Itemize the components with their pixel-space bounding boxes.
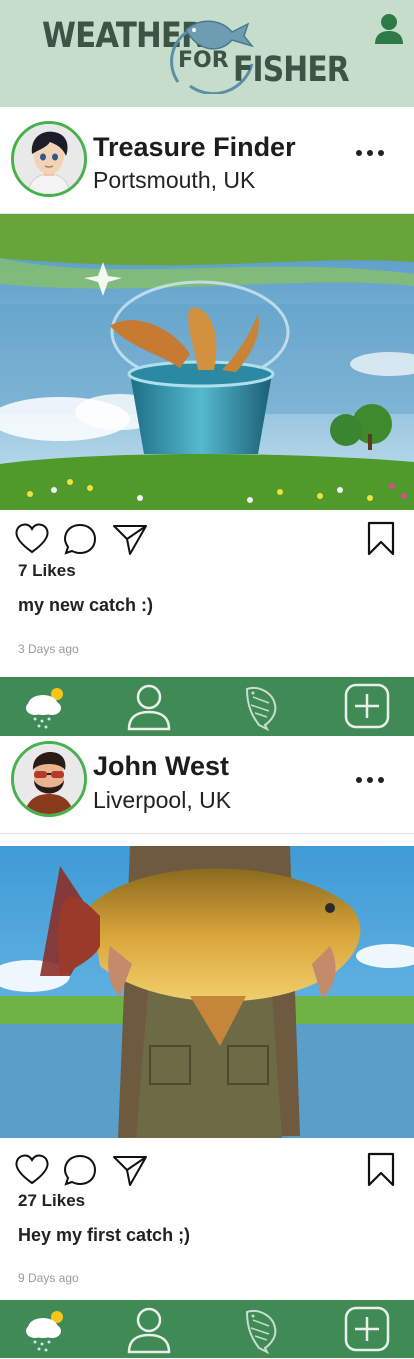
nav-weather-button[interactable]: [19, 1304, 71, 1354]
nav-add-button[interactable]: [341, 681, 393, 731]
more-options-button[interactable]: [352, 143, 388, 163]
more-dots-icon: [356, 777, 384, 783]
bottom-nav-bar: [0, 1300, 414, 1358]
post-photo[interactable]: [0, 214, 414, 510]
add-icon: [344, 1306, 390, 1352]
user-icon: [375, 14, 403, 44]
account-button[interactable]: [372, 12, 406, 46]
nav-fish-button[interactable]: [237, 681, 289, 732]
bottom-nav-bar: [0, 677, 414, 736]
post-header: Treasure Finder Portsmouth, UK: [0, 107, 414, 214]
post-location: Portsmouth, UK: [93, 167, 256, 193]
post-time: 3 Days ago: [18, 642, 79, 656]
app-header: WEATHER FOR FISHER: [0, 0, 414, 107]
nav-weather-button[interactable]: [19, 681, 71, 731]
weather-icon: [26, 688, 63, 729]
app-logo[interactable]: WEATHER FOR FISHER: [40, 10, 350, 100]
nav-add-button[interactable]: [341, 1304, 393, 1354]
like-heart-icon[interactable]: [14, 1152, 50, 1186]
post-photo[interactable]: [0, 846, 414, 1138]
fish-icon: [245, 1310, 277, 1355]
likes-count[interactable]: 27 Likes: [18, 1191, 85, 1211]
add-icon: [344, 683, 390, 729]
avatar[interactable]: [11, 121, 87, 197]
share-send-icon[interactable]: [112, 522, 148, 556]
post-time: 9 Days ago: [18, 1271, 79, 1285]
post-actions: [0, 519, 414, 559]
comment-bubble-icon[interactable]: [63, 522, 97, 556]
post-card: John West Liverpool, UK 27 Likes Hey my …: [0, 736, 414, 1300]
bookmark-icon[interactable]: [366, 521, 396, 557]
like-heart-icon[interactable]: [14, 521, 50, 555]
post-header: John West Liverpool, UK: [0, 736, 414, 834]
post-card: Treasure Finder Portsmouth, UK 7 Likes m…: [0, 107, 414, 678]
more-dots-icon: [356, 150, 384, 156]
logo-word-fisher: FISHER: [233, 50, 350, 90]
fish-icon: [245, 687, 277, 732]
post-username[interactable]: John West: [93, 751, 229, 782]
profile-icon: [127, 1307, 171, 1354]
comment-bubble-icon[interactable]: [63, 1153, 97, 1187]
bookmark-icon[interactable]: [366, 1152, 396, 1188]
logo-word-for: FOR: [178, 48, 229, 73]
avatar[interactable]: [11, 741, 87, 817]
post-username[interactable]: Treasure Finder: [93, 132, 296, 163]
likes-count[interactable]: 7 Likes: [18, 561, 76, 581]
nav-fish-button[interactable]: [237, 1304, 289, 1355]
nav-profile-button[interactable]: [123, 1304, 175, 1354]
man-holding-carp-photo: [0, 846, 414, 1138]
post-actions: [0, 1150, 414, 1190]
more-options-button[interactable]: [352, 770, 388, 790]
profile-icon: [127, 684, 171, 731]
post-caption: my new catch :): [18, 595, 154, 615]
share-send-icon[interactable]: [112, 1153, 148, 1187]
weather-icon: [26, 1311, 63, 1352]
fish-bucket-photo: [0, 214, 414, 510]
nav-profile-button[interactable]: [123, 681, 175, 731]
post-caption: Hey my first catch ;): [18, 1225, 191, 1245]
post-location: Liverpool, UK: [93, 787, 232, 813]
